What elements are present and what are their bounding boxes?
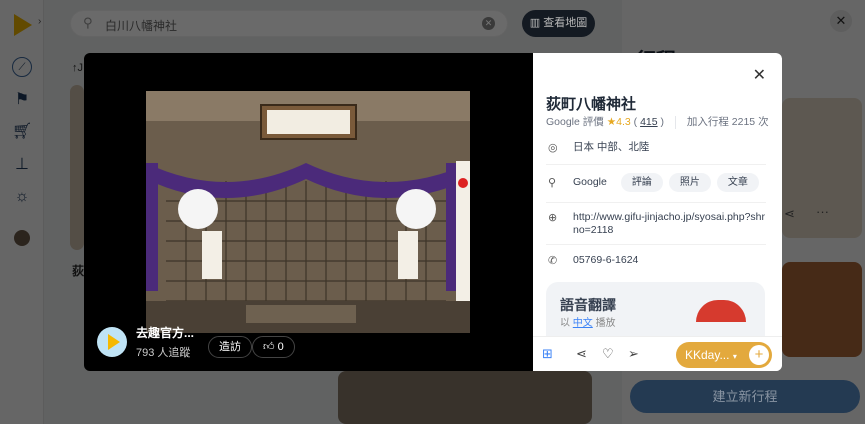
- divider: [674, 115, 676, 129]
- author-name[interactable]: 去趣官方...: [136, 324, 194, 341]
- bg-card[interactable]: [338, 371, 592, 424]
- place-photo[interactable]: [146, 91, 470, 333]
- trip-select-button[interactable]: KKday... ▾ +: [676, 342, 772, 368]
- language-link[interactable]: 中文: [573, 318, 593, 329]
- author-info: 去趣官方... 793 人追蹤: [97, 324, 194, 359]
- chevron-down-icon: ▾: [732, 352, 737, 361]
- new-trip-button[interactable]: 建立新行程: [630, 380, 860, 413]
- place-info-panel: ✕ 荻町八幡神社 Google 評價 ★4.3 ( 415 ) 加入行程 221…: [533, 53, 782, 371]
- phone-icon: ✆: [548, 255, 558, 267]
- compass-icon[interactable]: ⟋: [12, 57, 32, 77]
- share-icon[interactable]: ⋖: [576, 346, 587, 362]
- view-map-button[interactable]: ▥ 查看地圖: [522, 10, 595, 37]
- flag-icon[interactable]: ⚑: [12, 90, 32, 110]
- sidebar: › ⟋ ⚑ 🛒︎ ⊥ ☼: [0, 0, 44, 424]
- place-title: 荻町八幡神社: [546, 96, 637, 113]
- navigate-icon[interactable]: ➢: [628, 346, 639, 362]
- website-row: ⊕ http://www.gifu-jinjacho.jp/syosai.php…: [546, 211, 766, 245]
- search-input[interactable]: ⚲ 白川八幡神社 ✕: [70, 10, 508, 37]
- location-row: ◎ 日本 中部、北陸: [546, 141, 766, 165]
- cart-icon[interactable]: 🛒︎: [12, 122, 32, 142]
- chip-articles[interactable]: 文章: [716, 173, 759, 192]
- author-avatar[interactable]: [97, 327, 127, 357]
- mascot-illustration: [696, 300, 746, 322]
- globe-icon: ⊕: [548, 212, 558, 224]
- review-count-link[interactable]: 415: [640, 116, 658, 128]
- star-icon: ★: [606, 116, 617, 128]
- thumbs-up-icon: 👍︎: [263, 341, 278, 353]
- google-search-row: ⚲ Google 評論 照片 文章: [546, 173, 766, 203]
- search-icon: ⚲: [548, 177, 557, 189]
- heart-icon[interactable]: ♡: [602, 346, 614, 362]
- like-button[interactable]: 👍︎ 0: [252, 336, 295, 358]
- bg-card-title: 荻: [72, 264, 85, 278]
- chip-reviews[interactable]: 評論: [620, 173, 663, 192]
- website-link[interactable]: http://www.gifu-jinjacho.jp/syosai.php?s…: [573, 211, 765, 237]
- author-followers: 793 人追蹤: [136, 347, 191, 359]
- more-icon[interactable]: ···: [816, 204, 829, 219]
- close-panel-button[interactable]: ✕: [830, 10, 852, 32]
- expand-chevron-icon[interactable]: ›: [38, 16, 41, 27]
- add-to-trip-icon[interactable]: ⊞: [542, 346, 553, 362]
- bg-card[interactable]: [70, 85, 84, 250]
- clear-icon[interactable]: ✕: [482, 17, 495, 30]
- action-bar: ⊞ ⋖ ♡ ➢ KKday... ▾ +: [533, 336, 782, 371]
- user-avatar[interactable]: [14, 230, 30, 246]
- chip-photos[interactable]: 照片: [668, 173, 711, 192]
- search-icon: ⚲: [83, 15, 93, 30]
- place-modal: 去趣官方... 793 人追蹤 造訪 👍︎ 0 ✕ 荻町八幡神社 Google …: [84, 53, 782, 371]
- lightbulb-icon[interactable]: ☼: [12, 187, 32, 207]
- map-icon: ▥: [529, 17, 544, 29]
- logo[interactable]: [14, 14, 32, 36]
- sort-label: ↑J: [72, 62, 83, 74]
- phone-row: ✆ 05769-6-1624: [548, 254, 639, 267]
- rating-row: Google 評價 ★4.3 ( 415 ) 加入行程 2215 次: [546, 115, 769, 129]
- share-icon[interactable]: ⋖: [784, 206, 795, 222]
- close-icon[interactable]: ✕: [753, 65, 766, 85]
- visit-button[interactable]: 造訪: [208, 336, 252, 358]
- sitemap-icon[interactable]: ⊥: [12, 155, 32, 175]
- location-pin-icon: ◎: [548, 142, 558, 154]
- trip-card[interactable]: [782, 262, 862, 357]
- add-button[interactable]: +: [749, 345, 769, 365]
